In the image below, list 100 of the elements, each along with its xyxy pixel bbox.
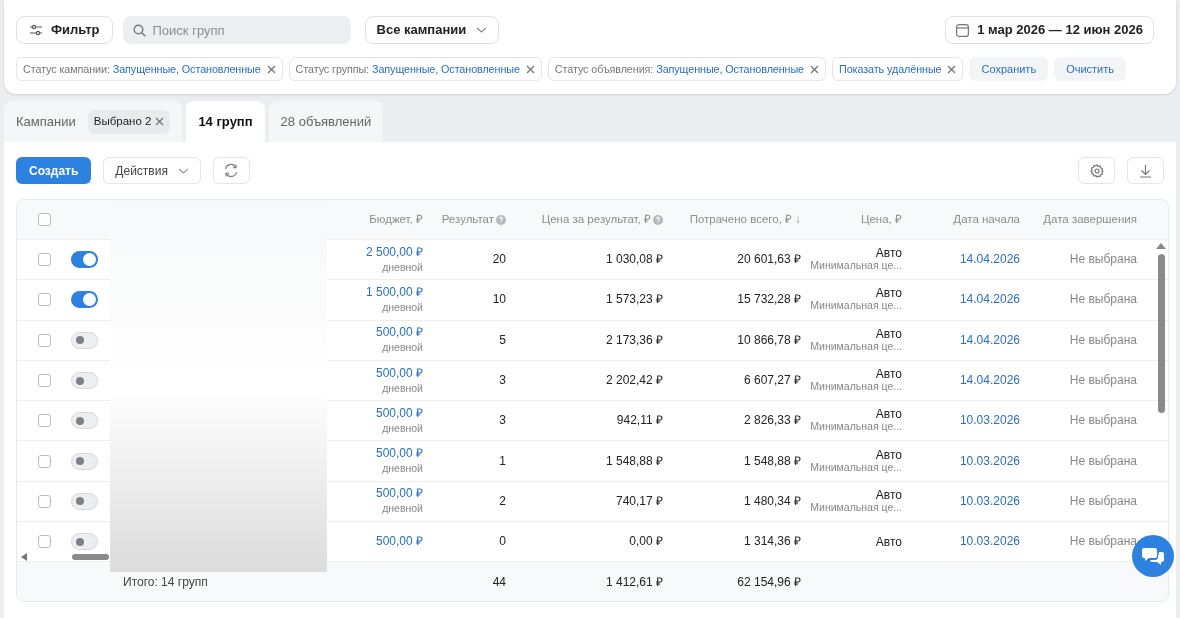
tab[interactable]: Кампании Выбрано 2 xyxy=(4,101,183,142)
chip-value[interactable]: Показать удалённые xyxy=(839,60,942,78)
totals-cell-text: 1 412,61 ₽ xyxy=(605,573,663,591)
column-header[interactable]: Бюджет, ₽ xyxy=(369,210,423,229)
filter-button[interactable]: Фильтр xyxy=(16,16,113,44)
chevron-down-icon xyxy=(177,167,189,174)
close-icon[interactable] xyxy=(525,64,535,74)
table-cell: 2 202,42 ₽ xyxy=(605,373,663,389)
budget-link[interactable]: 2 500,00 ₽ xyxy=(365,244,423,260)
table-cell: 15 732,28 ₽ xyxy=(737,292,801,308)
select-all-checkbox[interactable] xyxy=(37,213,51,226)
price-mode: Авто xyxy=(875,327,902,340)
table-cell: 1 548,88 ₽ xyxy=(605,453,663,469)
row-checkbox[interactable] xyxy=(37,454,51,468)
tab-label[interactable]: 28 объявлений xyxy=(280,111,372,132)
totals-label: Итого: 14 групп xyxy=(123,574,208,589)
row-checkbox[interactable] xyxy=(37,253,51,267)
table-cell: 10 866,78 ₽ xyxy=(737,332,801,348)
column-header[interactable]: Результат xyxy=(441,210,494,229)
start-date-link[interactable]: 10.03.2026 xyxy=(959,534,1020,550)
column-header[interactable]: Дата завершения xyxy=(1043,210,1137,229)
chip-value[interactable]: Запущенные, Остановленные xyxy=(656,60,805,78)
close-icon[interactable] xyxy=(266,64,276,74)
tab-label[interactable]: 14 групп xyxy=(198,111,253,132)
toggle-switch[interactable] xyxy=(71,331,98,349)
row-checkbox[interactable] xyxy=(37,293,51,307)
table-cell: Не выбрана xyxy=(1069,534,1137,550)
chip-value[interactable]: Запущенные, Остановленные xyxy=(112,60,261,78)
tab[interactable]: 14 групп xyxy=(186,101,265,142)
start-date-link[interactable]: 10.03.2026 xyxy=(959,413,1020,429)
selection-chip[interactable]: Выбрано 2 xyxy=(87,109,171,134)
campaign-select[interactable]: Все кампании xyxy=(364,16,500,44)
refresh-button[interactable] xyxy=(212,157,250,184)
toggle-switch[interactable] xyxy=(71,372,98,390)
price-note: Минимальная це... xyxy=(810,339,902,353)
budget-link[interactable]: 1 500,00 ₽ xyxy=(365,284,423,300)
budget-link[interactable]: 500,00 ₽ xyxy=(375,405,423,421)
table-cell: 2 826,33 ₽ xyxy=(743,413,801,429)
budget-link[interactable]: 500,00 ₽ xyxy=(375,325,423,341)
date-range-button[interactable]: 1 мар 2026 — 12 июн 2026 xyxy=(945,16,1154,44)
column-header[interactable]: Цена, ₽ xyxy=(860,210,902,229)
row-checkbox[interactable] xyxy=(37,414,51,428)
create-button[interactable]: Создать xyxy=(16,157,92,184)
start-date-link[interactable]: 14.04.2026 xyxy=(959,373,1020,389)
price-mode: Авто xyxy=(875,408,902,421)
totals-cell-text: 62 154,96 ₽ xyxy=(737,573,801,591)
close-icon[interactable] xyxy=(810,64,820,74)
settings-button[interactable] xyxy=(1078,157,1115,184)
budget-link[interactable]: 500,00 ₽ xyxy=(375,365,423,381)
search-field[interactable]: Поиск групп xyxy=(122,16,351,44)
toggle-switch[interactable] xyxy=(71,492,98,510)
table-cell: Не выбрана xyxy=(1069,373,1137,389)
table-cell: Не выбрана xyxy=(1069,413,1137,429)
actions-dropdown[interactable]: Действия xyxy=(103,157,201,184)
table-cell: 1 548,88 ₽ xyxy=(743,453,801,469)
chip-value[interactable]: Запущенные, Остановленные xyxy=(372,60,520,78)
budget-period: дневной xyxy=(382,420,423,436)
column-header[interactable]: Потрачено всего, ₽ ↓ xyxy=(689,210,801,229)
toggle-switch[interactable] xyxy=(71,533,98,551)
filter-chip[interactable]: Статус группы: Запущенные, Остановленные xyxy=(288,57,542,81)
budget-link[interactable]: 500,00 ₽ xyxy=(375,486,423,502)
price-mode: Авто xyxy=(875,247,902,260)
table-cell: 10 xyxy=(492,292,506,308)
column-header[interactable]: Цена за результат, ₽ xyxy=(541,210,651,229)
start-date-link[interactable]: 10.03.2026 xyxy=(959,493,1020,509)
toggle-switch[interactable] xyxy=(71,452,98,470)
price-note: Минимальная це... xyxy=(810,259,902,273)
table-cell: 20 xyxy=(492,252,506,268)
close-icon[interactable] xyxy=(947,64,957,74)
row-checkbox[interactable] xyxy=(37,374,51,388)
download-button[interactable] xyxy=(1127,157,1164,184)
filter-action-button[interactable]: Очистить xyxy=(1054,57,1127,81)
tab-label[interactable]: Кампании xyxy=(16,111,76,132)
start-date-link[interactable]: 14.04.2026 xyxy=(959,292,1020,308)
toggle-switch[interactable] xyxy=(71,251,98,269)
budget-period: дневной xyxy=(382,461,423,477)
toggle-switch[interactable] xyxy=(71,412,98,430)
price-note: Минимальная це... xyxy=(810,420,902,434)
row-checkbox[interactable] xyxy=(37,333,51,347)
tab[interactable]: 28 объявлений xyxy=(268,101,384,142)
close-icon[interactable] xyxy=(155,117,165,126)
start-date-link[interactable]: 14.04.2026 xyxy=(959,252,1020,268)
filter-chip[interactable]: Статус кампании: Запущенные, Остановленные xyxy=(16,57,283,81)
budget-period: дневной xyxy=(382,501,423,517)
table-cell: 1 480,34 ₽ xyxy=(743,493,801,509)
filter-chip[interactable]: Показать удалённые xyxy=(832,57,964,81)
row-checkbox[interactable] xyxy=(37,535,51,549)
toggle-switch[interactable] xyxy=(71,291,98,309)
column-header[interactable]: Дата начала xyxy=(953,210,1020,229)
price-note: Минимальная це... xyxy=(810,380,902,394)
start-date-link[interactable]: 10.03.2026 xyxy=(959,453,1020,469)
start-date-link[interactable]: 14.04.2026 xyxy=(959,332,1020,348)
budget-link[interactable]: 500,00 ₽ xyxy=(375,534,423,550)
row-checkbox[interactable] xyxy=(37,494,51,508)
filter-chip[interactable]: Статус объявления: Запущенные, Остановленные xyxy=(547,57,827,81)
refresh-icon xyxy=(223,163,240,178)
budget-link[interactable]: 500,00 ₽ xyxy=(375,446,423,462)
filter-action-button[interactable]: Сохранить xyxy=(969,57,1049,81)
table-cell: 1 xyxy=(499,453,506,469)
table-cell: 0 xyxy=(499,534,506,550)
